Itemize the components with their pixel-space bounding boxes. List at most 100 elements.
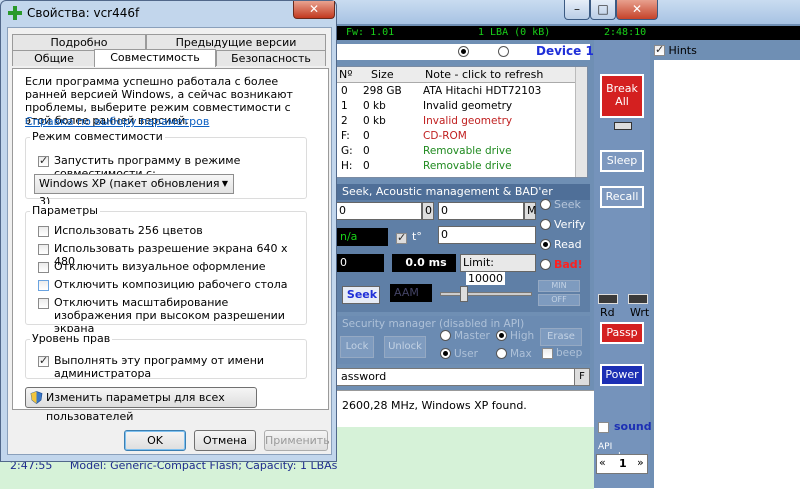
temperature-readout: n/a xyxy=(336,228,388,246)
lock-button[interactable]: Lock xyxy=(340,336,374,358)
run-as-admin-checkbox[interactable] xyxy=(38,354,49,367)
table-row[interactable]: 2 0 kb Invalid geometry xyxy=(337,115,577,130)
tab-previous-versions[interactable]: Предыдущие версии xyxy=(146,34,326,50)
param-desktop-composition-checkbox[interactable] xyxy=(38,280,49,291)
aam-off-button[interactable]: OFF xyxy=(538,294,580,306)
tab-general[interactable]: Общие xyxy=(12,50,96,66)
radio-icon xyxy=(440,330,451,341)
security-title: Security manager (disabled in API) xyxy=(342,318,525,330)
password-f-button[interactable]: F xyxy=(574,368,590,386)
table-row[interactable]: 1 0 kb Invalid geometry xyxy=(337,100,577,115)
security-manager-panel: Security manager (disabled in API) Lock … xyxy=(336,316,590,364)
close-icon: ✕ xyxy=(308,2,320,16)
sleep-button[interactable]: Sleep xyxy=(600,150,644,172)
high-label: High xyxy=(510,330,535,342)
unlock-button[interactable]: Unlock xyxy=(384,336,426,358)
sound-checkbox[interactable] xyxy=(598,422,609,433)
table-header: Nº Size Note - click to refresh xyxy=(337,67,575,83)
dialog-title: Свойства: vcr446f xyxy=(27,6,140,20)
radio-read[interactable]: Read xyxy=(540,238,582,251)
seek-time-readout: 0.0 ms xyxy=(392,254,456,272)
param-dpi-scaling-label: Отключить масштабирование изображения пр… xyxy=(54,296,285,335)
row-size: 0 kb xyxy=(363,115,386,127)
hints-label: Hints xyxy=(668,44,697,57)
minimize-button[interactable]: – xyxy=(564,0,590,20)
cancel-button[interactable]: Отмена xyxy=(194,430,256,451)
spinner-down-icon[interactable]: « xyxy=(599,456,606,469)
password-field[interactable]: assword xyxy=(336,368,588,386)
aam-slider-handle[interactable] xyxy=(460,286,468,302)
close-button[interactable]: ✕ xyxy=(616,0,658,20)
compat-mode-checkbox[interactable] xyxy=(38,154,49,167)
tab-compatibility[interactable]: Совместимость xyxy=(94,49,216,67)
seek-title-text: Seek, Acoustic management & BAD'er xyxy=(342,185,553,198)
help-link[interactable]: Справка по выбору параметров xyxy=(25,115,209,128)
ok-button[interactable]: OK xyxy=(124,430,186,451)
radio-icon xyxy=(540,219,551,230)
param-256-colors-checkbox[interactable] xyxy=(38,226,49,237)
table-row[interactable]: H: 0 Removable drive xyxy=(337,160,577,175)
master-label: Master xyxy=(454,330,490,342)
table-scrollbar[interactable] xyxy=(575,67,587,177)
run-as-admin-label: Выполнять эту программу от имени админис… xyxy=(54,354,265,380)
read-led-label: Rd xyxy=(600,306,615,319)
aam-slider[interactable] xyxy=(440,292,532,296)
param-640x480-checkbox[interactable] xyxy=(38,244,49,255)
limit-field[interactable]: Limit: 10000 xyxy=(460,254,536,285)
passp-button[interactable]: Passp xyxy=(600,322,644,344)
compat-os-select[interactable]: Windows XP (пакет обновления 3) ▼ xyxy=(34,174,234,208)
aam-min-button[interactable]: MIN xyxy=(538,280,580,292)
beep-checkbox[interactable] xyxy=(542,348,553,359)
col-number: Nº xyxy=(339,68,353,81)
dialog-body: Подробно Предыдущие версии Общие Совмест… xyxy=(7,27,332,455)
radio-bad[interactable]: Bad! xyxy=(540,258,583,271)
hints-toggle[interactable]: Hints xyxy=(654,43,697,57)
apply-button[interactable]: Применить xyxy=(264,430,330,451)
user-label: User xyxy=(454,348,478,360)
radio-user[interactable]: User xyxy=(440,348,478,360)
api-number-spinner[interactable]: « 1 » xyxy=(596,454,648,474)
break-all-button[interactable]: Break All xyxy=(600,74,644,118)
param-dpi-scaling-checkbox[interactable] xyxy=(38,298,49,309)
device-table[interactable]: Nº Size Note - click to refresh 0 298 GB… xyxy=(336,66,588,178)
power-button[interactable]: Power xyxy=(600,364,644,386)
row-number: G: xyxy=(341,145,353,157)
seek-field-3[interactable]: 0 xyxy=(438,226,536,244)
table-row[interactable]: 0 298 GB ATA Hitachi HDT72103 xyxy=(337,85,577,100)
change-all-users-button[interactable]: Изменить параметры для всех пользователе… xyxy=(25,387,257,423)
hints-checkbox[interactable] xyxy=(654,43,665,56)
tab-details[interactable]: Подробно xyxy=(12,34,146,50)
radio-master[interactable]: Master xyxy=(440,330,490,342)
radio-seek[interactable]: Seek xyxy=(540,198,581,211)
radio-api[interactable]: API xyxy=(458,45,489,58)
radio-max[interactable]: Max xyxy=(496,348,532,360)
table-row[interactable]: G: 0 Removable drive xyxy=(337,145,577,160)
radio-verify[interactable]: Verify xyxy=(540,218,585,231)
seek-button[interactable]: Seek xyxy=(342,286,380,304)
temperature-checkbox[interactable] xyxy=(396,231,407,244)
right-blank-panel xyxy=(654,60,800,488)
lba-readout: 1 LBA (0 kB) xyxy=(478,27,551,38)
seek-end-field[interactable]: 0 xyxy=(438,202,524,220)
log-line: 2600,28 MHz, Windows XP found. xyxy=(342,399,527,412)
erase-button[interactable]: Erase xyxy=(540,328,582,346)
param-desktop-composition-label: Отключить композицию рабочего стола xyxy=(54,278,288,291)
col-note: Note - click to refresh xyxy=(425,68,544,81)
maximize-button[interactable]: □ xyxy=(590,0,616,20)
radio-high[interactable]: High xyxy=(496,330,534,342)
table-row[interactable]: F: 0 CD-ROM xyxy=(337,130,577,145)
tab-security[interactable]: Безопасность xyxy=(216,50,326,66)
row-size: 298 GB xyxy=(363,85,402,97)
dialog-close-button[interactable]: ✕ xyxy=(293,1,335,19)
spinner-up-icon[interactable]: » xyxy=(637,456,644,469)
radio-icon xyxy=(498,46,509,57)
row-number: 0 xyxy=(341,85,348,97)
max-label: Max xyxy=(510,348,532,360)
recall-button[interactable]: Recall xyxy=(600,186,644,208)
seek-start-field[interactable]: 0 xyxy=(336,202,422,220)
temperature-label: t° xyxy=(412,230,422,243)
radio-icon xyxy=(458,46,469,57)
api-label: API xyxy=(472,45,490,58)
param-visual-themes-checkbox[interactable] xyxy=(38,262,49,273)
radio-pio[interactable]: PIO xyxy=(498,45,531,58)
